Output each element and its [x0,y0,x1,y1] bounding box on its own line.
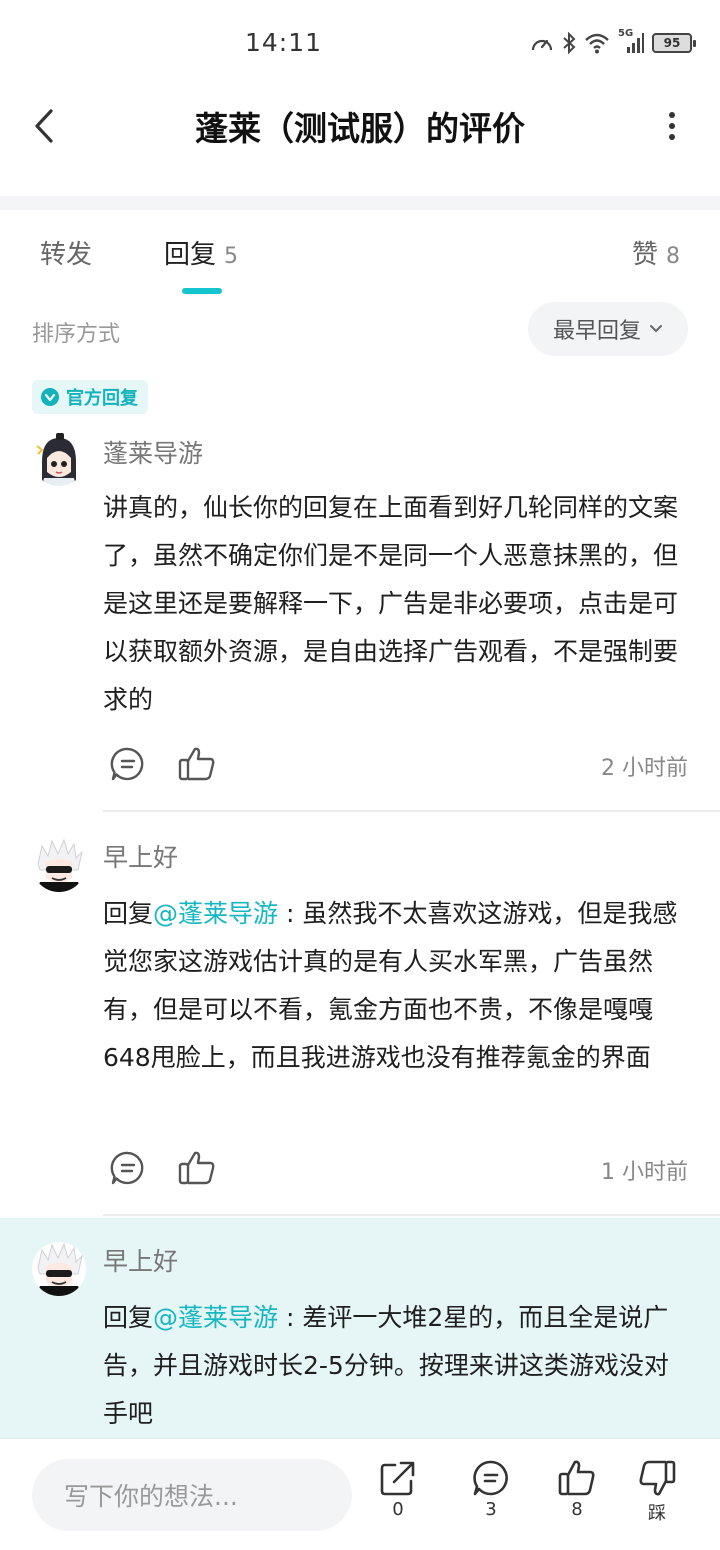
tab-forward[interactable]: 转发 [40,234,92,271]
tab-like[interactable]: 赞8 [632,234,680,271]
sort-row: 排序方式 最早回复 [0,302,720,362]
reply-icon[interactable] [106,1146,150,1190]
reply-prefix: 回复 [103,899,154,928]
comment-timestamp: 2 小时前 [601,756,688,781]
tab-like-label: 赞 [631,240,658,270]
speedometer-icon [530,32,554,54]
comment-divider [103,810,720,812]
sort-selected: 最早回复 [552,319,641,344]
official-reply-badge: 官方回复 [32,380,148,414]
status-bar: 14:11 5G 95 [0,0,720,88]
thumbs-up-icon[interactable] [175,1146,219,1190]
tab-reply[interactable]: 回复 5 [164,234,238,271]
dislike-label: 踩 [648,1503,666,1524]
avatar[interactable] [32,838,86,892]
comment-text: 回复@蓬莱导游 : 虽然我不太喜欢这游戏，但是我感觉您家这游戏估计真的是有人买水… [103,890,688,1082]
more-options-icon[interactable] [662,108,682,144]
section-divider [0,196,720,210]
mention-link[interactable]: @蓬莱导游 [153,1303,278,1332]
sort-label: 排序方式 [32,322,121,347]
thumbs-down-icon [639,1460,676,1496]
status-icons: 5G 95 [530,28,696,56]
reply-icon[interactable] [106,742,150,786]
share-icon [380,1461,415,1496]
tab-bar: 转发 回复 5 赞8 [0,210,720,302]
thumbs-up-icon [558,1460,595,1496]
like-button[interactable]: 8 [547,1459,607,1520]
thumbs-up-icon[interactable] [175,742,219,786]
signal-icon: 5G [618,28,644,54]
comment-input[interactable]: 写下你的想法... [32,1459,352,1531]
tab-like-count: 8 [666,244,680,269]
tab-forward-label: 转发 [40,240,93,270]
tab-reply-label: 回复 [164,240,217,270]
like-count: 8 [571,1499,583,1520]
comment-actions: 1 小时前 [103,1146,688,1192]
wifi-icon [584,32,610,54]
bluetooth-icon [562,31,576,55]
comment-timestamp: 1 小时前 [601,1160,688,1185]
bottom-action-bar: 写下你的想法... 0 3 8 踩 [0,1438,720,1550]
chevron-down-icon [650,325,662,333]
battery-icon: 95 [652,33,696,53]
comment-text: 回复@蓬莱导游 : 差评一大堆2星的，而且全是说广告，并且游戏时长2-5分钟。按… [103,1294,688,1438]
share-count: 0 [392,1499,404,1520]
network-type-label: 5G [618,28,634,39]
official-badge-label: 官方回复 [66,388,138,409]
reply-prefix: 回复 [103,1303,154,1332]
status-time: 14:11 [245,28,323,57]
tab-reply-count: 5 [224,244,239,269]
comment-actions: 2 小时前 [103,742,688,788]
comment-author[interactable]: 早上好 [103,1242,178,1278]
mention-link[interactable]: @蓬莱导游 [153,899,278,928]
comment-text: 讲真的，仙长你的回复在上面看到好几轮同样的文案了，虽然不确定你们是不是同一个人恶… [103,493,679,714]
comment-count: 3 [485,1499,497,1520]
comment-button[interactable]: 3 [461,1459,521,1520]
comment-icon [473,1460,508,1496]
title-bar: 蓬莱（测试服）的评价 [0,88,720,192]
avatar[interactable] [32,432,86,486]
active-tab-indicator [182,288,222,294]
page-title: 蓬莱（测试服）的评价 [195,109,525,148]
share-button[interactable]: 0 [368,1459,428,1520]
avatar[interactable] [32,1242,86,1296]
official-heart-icon [41,388,59,406]
comment-author[interactable]: 蓬莱导游 [103,434,203,470]
comment-divider [103,1214,720,1216]
sort-dropdown[interactable]: 最早回复 [528,302,688,356]
dislike-button[interactable]: 踩 [627,1459,687,1525]
comment-author[interactable]: 早上好 [103,838,178,874]
